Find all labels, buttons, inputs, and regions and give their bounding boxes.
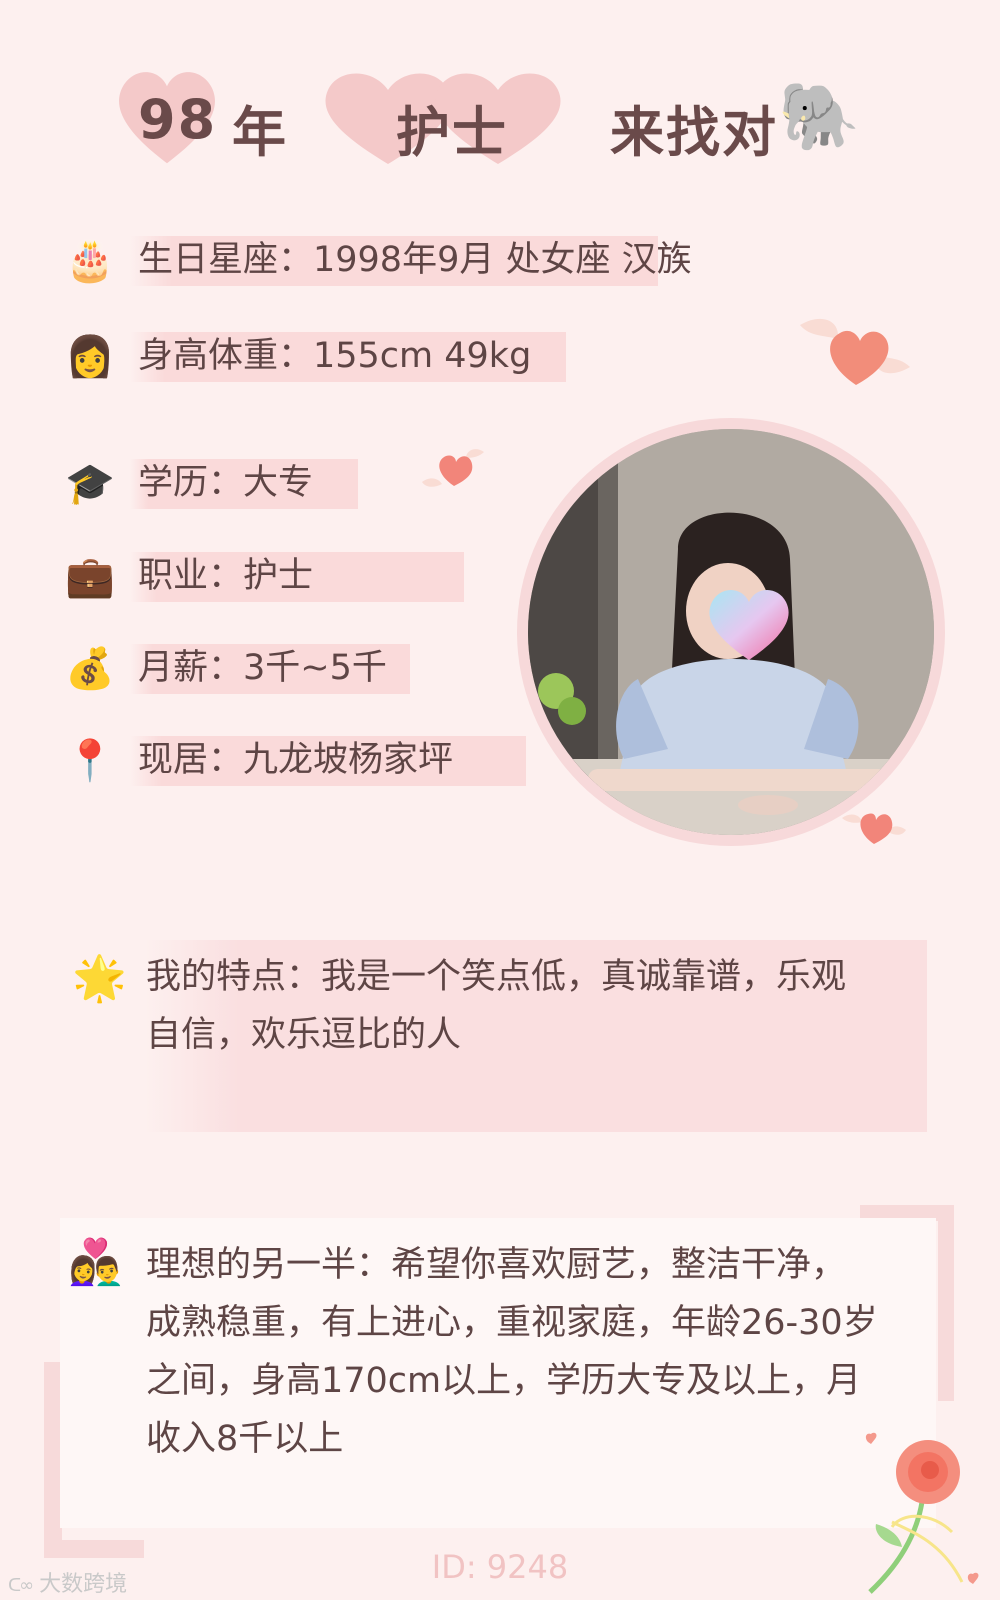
- feature-line-1: 我的特点：我是一个笑点低，真诚靠谱，乐观: [146, 957, 847, 997]
- ideal-line-3: 之间，身高170cm以上，学历大专及以上，月: [146, 1361, 862, 1401]
- title-year: 98: [138, 88, 218, 151]
- watermark-text: 大数跨境: [39, 1572, 128, 1597]
- ideal-line-2: 成熟稳重，有上进心，重视家庭，年龄26-30岁: [146, 1303, 878, 1343]
- info-text-residence: 现居：九龙坡杨家坪: [138, 740, 454, 780]
- money-bag-icon: 💰: [65, 645, 115, 692]
- location-pin-icon: 📍: [65, 737, 115, 784]
- heart-sticker-icon: [709, 590, 789, 660]
- couple-with-heart-icon: 👩‍❤️‍👨: [68, 1237, 123, 1288]
- star-icon: 🌟: [72, 953, 127, 1004]
- info-text-education: 学历：大专: [138, 463, 314, 503]
- info-row-salary: 💰 月薪：3千~5千: [62, 640, 422, 696]
- elephant-icon: 🐘: [778, 78, 861, 155]
- ideal-line-4: 收入8千以上: [146, 1419, 344, 1459]
- ideal-line-1: 理想的另一半：希望你喜欢厨艺，整洁干净，: [146, 1245, 847, 1285]
- info-text-height-weight: 身高体重：155cm 49kg: [138, 336, 532, 376]
- info-row-height-weight: 👩 身高体重：155cm 49kg: [62, 328, 572, 384]
- info-text-occupation: 职业：护士: [138, 556, 314, 596]
- woman-icon: 👩: [65, 333, 115, 380]
- title-seeking: 来找对: [610, 101, 778, 164]
- winged-heart-icon: [422, 449, 484, 487]
- watermark-logo-icon: ᑕ∞: [8, 1575, 34, 1596]
- title-job: 护士: [396, 101, 508, 164]
- info-row-education: 🎓 学历：大专: [62, 455, 362, 511]
- birthday-cake-icon: 🎂: [65, 237, 115, 284]
- info-text-salary: 月薪：3千~5千: [138, 648, 387, 688]
- title-year-suffix: 年: [232, 101, 288, 164]
- graduation-cap-icon: 🎓: [65, 460, 115, 507]
- info-row-occupation: 💼 职业：护士: [62, 548, 472, 604]
- profile-id: ID: 9248: [431, 1548, 569, 1586]
- winged-heart-icon: [800, 318, 910, 385]
- info-text-birthday: 生日星座：1998年9月 处女座 汉族: [138, 240, 692, 280]
- info-row-birthday: 🎂 生日星座：1998年9月 处女座 汉族: [62, 232, 692, 288]
- info-row-residence: 📍 现居：九龙坡杨家坪: [62, 732, 532, 788]
- feature-line-2: 自信，欢乐逗比的人: [146, 1015, 462, 1055]
- briefcase-icon: 💼: [65, 553, 115, 600]
- profile-photo: [528, 429, 934, 835]
- watermark: ᑕ∞ 大数跨境: [8, 1566, 127, 1598]
- title-row: 98 年 护士 来找对 🐘: [0, 62, 1000, 182]
